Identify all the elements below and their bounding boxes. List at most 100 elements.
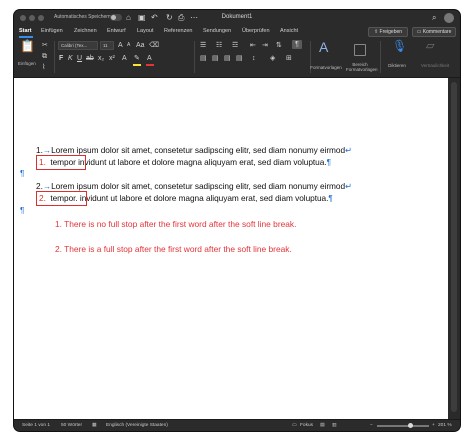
pilcrow-mark: ¶	[20, 206, 25, 215]
tab-insert[interactable]: Einfügen	[41, 27, 63, 36]
decrease-indent-icon[interactable]: ⇤	[250, 41, 256, 50]
tab-review[interactable]: Überprüfen	[242, 27, 270, 36]
styles-pane-icon[interactable]	[354, 44, 366, 56]
word-count[interactable]: 50 Wörter	[61, 422, 82, 429]
styles-icon[interactable]: A	[319, 40, 328, 54]
scrollbar-thumb[interactable]	[451, 82, 457, 412]
grow-font-icon[interactable]: A	[118, 41, 123, 50]
comments-button-label: Kommentare	[422, 29, 452, 35]
styles-pane-label: Bereich Formatvorlagen	[346, 62, 378, 72]
tab-view[interactable]: Ansicht	[280, 27, 298, 36]
shrink-font-icon[interactable]: A	[127, 41, 130, 50]
underline-icon[interactable]: U	[77, 54, 82, 63]
avatar[interactable]	[444, 13, 454, 23]
tab-mailings[interactable]: Sendungen	[203, 27, 231, 36]
text-effects-icon[interactable]: A	[122, 54, 127, 63]
language-indicator[interactable]: Englisch (Vereinigte Staaten)	[106, 422, 168, 429]
font-size-field[interactable]: 11	[100, 41, 114, 50]
cut-icon[interactable]: ✂	[42, 41, 48, 50]
paste-label: Einfügen	[18, 61, 36, 66]
proofing-icon[interactable]: ▦	[92, 422, 97, 429]
annotation-note-1: 1. There is no full stop after the first…	[55, 219, 297, 229]
borders-icon[interactable]: ⊞	[286, 54, 292, 63]
strikethrough-icon[interactable]: ab	[86, 54, 94, 63]
word-window: Automatisches Speichern ⌂ ▣ ↶ ↻ ⎙ ⋯ Doku…	[14, 10, 460, 431]
list-number: 1.	[36, 145, 43, 155]
status-bar: Seite 1 von 1 50 Wörter ▦ Englisch (Vere…	[14, 419, 460, 431]
search-icon[interactable]: ⌕	[432, 12, 436, 24]
clear-format-icon[interactable]: ⌫	[149, 41, 159, 50]
pilcrow-mark: ¶	[20, 169, 25, 178]
dictate-label: Diktieren	[388, 63, 406, 68]
font-color-bar	[146, 64, 154, 66]
highlight-icon[interactable]: ✎	[134, 54, 140, 63]
soft-break-mark: ↵	[345, 145, 352, 155]
line-spacing-icon[interactable]: ↕	[252, 54, 256, 63]
copy-icon[interactable]: ⧉	[42, 52, 47, 61]
tab-layout[interactable]: Layout	[137, 27, 154, 36]
list-text: invidunt ut labore et dolore magna aliqu…	[77, 193, 329, 203]
multilevel-list-icon[interactable]: ☲	[232, 41, 238, 50]
subscript-icon[interactable]: x₂	[98, 54, 104, 63]
sensitivity-label: Vertraulichkeit	[420, 63, 450, 68]
soft-break-mark: ↵	[345, 181, 352, 191]
title-bar: Automatisches Speichern ⌂ ▣ ↶ ↻ ⎙ ⋯ Doku…	[14, 10, 460, 26]
share-button[interactable]: ⇪ Freigeben	[368, 27, 408, 37]
bullets-icon[interactable]: ☰	[200, 41, 206, 50]
align-right-icon[interactable]: ▤	[224, 54, 231, 63]
annotation-note-2: 2. There is a full stop after the first …	[55, 244, 292, 254]
list-text: Lorem ipsum dolor sit amet, consetetur s…	[51, 145, 346, 155]
ribbon-separator	[54, 41, 55, 73]
tab-mark: →	[42, 181, 52, 191]
share-button-label: Freigeben	[379, 29, 403, 35]
zoom-out-icon[interactable]: −	[370, 422, 373, 429]
print-layout-icon[interactable]: ▤	[320, 422, 325, 429]
align-center-icon[interactable]: ▤	[212, 54, 219, 63]
tab-references[interactable]: Referenzen	[164, 27, 192, 36]
zoom-slider[interactable]	[377, 425, 429, 427]
focus-icon[interactable]: ▭	[292, 422, 297, 429]
highlight-color-bar	[133, 64, 141, 66]
align-left-icon[interactable]: ▤	[200, 54, 207, 63]
bold-icon[interactable]: F	[59, 54, 63, 63]
tab-design[interactable]: Entwurf	[107, 27, 126, 36]
zoom-level[interactable]: 201 %	[438, 422, 452, 429]
web-layout-icon[interactable]: ▥	[332, 422, 337, 429]
change-case-icon[interactable]: Aa	[136, 41, 145, 50]
increase-indent-icon[interactable]: ⇥	[262, 41, 268, 50]
font-color-icon[interactable]: A	[147, 54, 152, 63]
pilcrow-mark: ¶	[328, 193, 333, 203]
font-name-field[interactable]: Calibri (Tex...	[58, 41, 98, 50]
tab-start[interactable]: Start	[19, 27, 32, 36]
shading-icon[interactable]: ◈	[270, 54, 275, 63]
list-text: Lorem ipsum dolor sit amet, consetetur s…	[51, 181, 346, 191]
zoom-slider-knob[interactable]	[408, 423, 413, 428]
sensitivity-icon[interactable]: ▱	[426, 41, 434, 52]
styles-label: Formatvorlagen	[310, 65, 342, 70]
sort-icon[interactable]: ⇅	[276, 41, 282, 50]
microphone-icon[interactable]: 🎙	[392, 40, 407, 52]
vertical-scrollbar[interactable]	[448, 78, 460, 419]
annotation-box	[36, 191, 87, 206]
superscript-icon[interactable]: x²	[109, 54, 115, 63]
annotation-box	[36, 155, 86, 170]
list-number: 2.	[36, 181, 43, 191]
document-area: 1.→Lorem ipsum dolor sit amet, consetetu…	[14, 78, 460, 419]
italic-icon[interactable]: K	[68, 54, 73, 63]
tab-draw[interactable]: Zeichnen	[74, 27, 97, 36]
ribbon: 📋 Einfügen ✂ ⧉ ⌇ Calibri (Tex... 11 A A …	[14, 38, 460, 78]
focus-label[interactable]: Fokus	[300, 422, 313, 429]
show-formatting-icon[interactable]: ¶	[292, 40, 302, 49]
paste-icon[interactable]: 📋	[20, 40, 35, 52]
numbering-icon[interactable]: ☷	[216, 41, 222, 50]
ribbon-tabs: Start Einfügen Zeichnen Entwurf Layout R…	[14, 26, 460, 38]
zoom-in-icon[interactable]: +	[432, 422, 435, 429]
document-title: Dokument1	[221, 14, 253, 20]
page-count[interactable]: Seite 1 von 1	[22, 422, 50, 429]
format-painter-icon[interactable]: ⌇	[42, 63, 45, 72]
list-text: invidunt ut labore et dolore magna aliqu…	[75, 157, 327, 167]
document-page[interactable]: 1.→Lorem ipsum dolor sit amet, consetetu…	[14, 78, 448, 419]
comments-button[interactable]: ▭ Kommentare	[412, 27, 456, 37]
pilcrow-mark: ¶	[326, 157, 331, 167]
justify-icon[interactable]: ▤	[236, 54, 243, 63]
